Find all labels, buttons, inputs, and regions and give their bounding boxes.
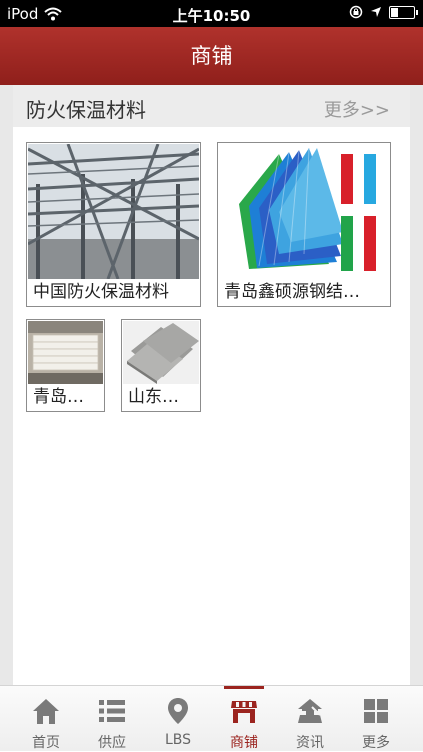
location-pin-icon <box>168 698 188 724</box>
tab-label: LBS <box>164 732 192 748</box>
tab-shop[interactable]: 商铺 <box>211 686 277 751</box>
shop-card[interactable]: 青岛… <box>26 319 105 412</box>
tab-label: 更多 <box>362 735 390 751</box>
shop-icon <box>231 701 257 723</box>
tab-label: 商铺 <box>230 735 258 751</box>
tab-news[interactable]: 资讯 <box>277 686 343 751</box>
shop-card[interactable]: 青岛鑫硕源钢结… <box>217 142 391 307</box>
shop-name: 青岛… <box>33 387 84 407</box>
shop-thumbnail <box>219 144 389 279</box>
shop-name: 山东… <box>128 387 179 407</box>
tab-more[interactable]: 更多 <box>343 686 409 751</box>
tab-supply[interactable]: 供应 <box>79 686 145 751</box>
shop-thumbnail <box>123 321 199 384</box>
shop-thumbnail <box>28 321 103 384</box>
tab-lbs[interactable]: LBS <box>145 686 211 751</box>
tab-bar: 首页 供应 LBS 商铺 资讯 更多 <box>0 685 423 751</box>
shop-name: 中国防火保温材料 <box>33 282 169 302</box>
status-bar: iPod 上午10:50 <box>0 0 423 27</box>
shop-card[interactable]: 山东… <box>121 319 201 412</box>
shop-name: 青岛鑫硕源钢结… <box>224 282 360 302</box>
tab-label: 资讯 <box>296 735 324 751</box>
active-tab-indicator <box>224 686 264 689</box>
section-title: 防火保温材料 <box>26 98 146 122</box>
nav-bar: 商铺 <box>0 27 423 85</box>
more-link[interactable]: 更多>> <box>324 96 390 122</box>
page-title: 商铺 <box>190 44 233 68</box>
grid-icon <box>364 699 388 723</box>
shop-thumbnail <box>28 144 199 279</box>
battery-icon <box>389 5 418 19</box>
list-icon <box>99 700 125 722</box>
tab-label: 首页 <box>32 735 60 751</box>
status-right <box>349 5 418 19</box>
home-icon <box>33 699 59 724</box>
section-header: 防火保温材料 更多>> <box>13 85 410 127</box>
location-arrow-icon <box>371 7 381 17</box>
category-panel: 防火保温材料 更多>> 中国防火保温材料 青岛鑫硕源钢结… 青岛… 山东… <box>13 85 410 685</box>
news-icon <box>298 699 322 723</box>
tab-home[interactable]: 首页 <box>13 686 79 751</box>
tab-label: 供应 <box>98 735 126 751</box>
rotation-lock-icon <box>349 5 363 19</box>
content-area: 防火保温材料 更多>> 中国防火保温材料 青岛鑫硕源钢结… 青岛… 山东… <box>0 85 423 685</box>
shop-card[interactable]: 中国防火保温材料 <box>26 142 201 307</box>
